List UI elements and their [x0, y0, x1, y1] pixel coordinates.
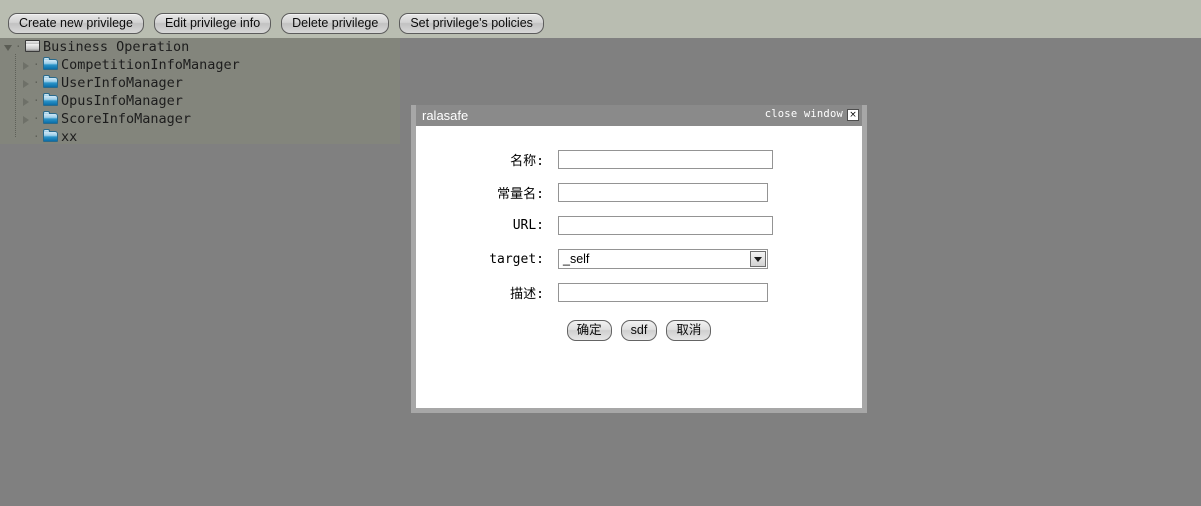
- close-window-label: close window: [764, 108, 843, 120]
- form-row-constant-name: 常量名:: [416, 183, 862, 202]
- tree-node-business-operation[interactable]: · Business Operation: [0, 38, 400, 56]
- dialog-title: ralasafe: [422, 108, 469, 123]
- name-field[interactable]: [558, 150, 773, 169]
- create-new-privilege-button[interactable]: Create new privilege: [8, 13, 144, 34]
- description-field[interactable]: [558, 283, 768, 302]
- url-label: URL:: [512, 218, 544, 233]
- target-select[interactable]: _self: [558, 249, 768, 269]
- description-label: 描述:: [510, 287, 544, 302]
- tree-node-label: xx: [61, 129, 78, 144]
- constant-name-field[interactable]: [558, 183, 768, 202]
- ralasafe-dialog: ralasafe close window × 名称: 常量名: URL: ta…: [411, 105, 867, 413]
- dialog-button-group: 确定 sdf 取消: [416, 320, 862, 341]
- folder-icon: [43, 74, 58, 88]
- expand-collapse-icon[interactable]: [22, 97, 31, 106]
- expand-collapse-icon[interactable]: [22, 133, 31, 142]
- tree-node-scoreinfomanager[interactable]: · ScoreInfoManager: [0, 110, 400, 128]
- tree-children-group: · CompetitionInfoManager · UserInfoManager…: [0, 54, 400, 144]
- target-select-value: _self: [563, 252, 590, 266]
- expand-collapse-icon[interactable]: [4, 43, 13, 52]
- expand-collapse-icon[interactable]: [22, 79, 31, 88]
- expand-collapse-icon[interactable]: [22, 115, 31, 124]
- form-row-description: 描述:: [416, 283, 862, 302]
- cancel-button[interactable]: 取消: [666, 320, 712, 341]
- tree-line-dots: ·: [33, 76, 40, 89]
- close-icon[interactable]: ×: [847, 108, 859, 121]
- folder-icon: [43, 110, 58, 124]
- confirm-button[interactable]: 确定: [566, 320, 612, 341]
- tree-line-dots: ·: [33, 58, 40, 71]
- target-label: target:: [489, 251, 544, 267]
- tree-node-label: OpusInfoManager: [61, 93, 183, 109]
- dialog-body: 名称: 常量名: URL: target: _self 描述: 确定 sdf 取…: [416, 126, 862, 408]
- tree-node-opusinfomanager[interactable]: · OpusInfoManager: [0, 92, 400, 110]
- form-row-target: target: _self: [416, 249, 862, 269]
- tree-node-userinfomanager[interactable]: · UserInfoManager: [0, 74, 400, 92]
- form-row-url: URL:: [416, 216, 862, 235]
- tree-line-dots: ·: [33, 130, 40, 143]
- sdf-button[interactable]: sdf: [620, 320, 658, 341]
- constant-name-label: 常量名:: [497, 187, 544, 202]
- url-field[interactable]: [558, 216, 773, 235]
- folder-icon: [43, 56, 58, 70]
- delete-privilege-button[interactable]: Delete privilege: [281, 13, 390, 34]
- tree-line-dots: ·: [33, 112, 40, 125]
- folder-icon: [43, 128, 58, 142]
- edit-privilege-info-button[interactable]: Edit privilege info: [153, 13, 272, 34]
- toolbar-button-group: Create new privilege Edit privilege info…: [8, 13, 544, 34]
- tree-node-xx[interactable]: · xx: [0, 128, 400, 144]
- tree-line-dots: ·: [15, 40, 22, 53]
- set-privileges-policies-button[interactable]: Set privilege's policies: [399, 13, 544, 34]
- form-row-name: 名称:: [416, 150, 862, 169]
- name-label: 名称:: [510, 154, 544, 169]
- close-window-button[interactable]: close window ×: [765, 108, 859, 121]
- chevron-down-icon[interactable]: [750, 251, 766, 267]
- dialog-titlebar: ralasafe close window ×: [416, 105, 862, 126]
- privilege-tree-panel: · Business Operation · CompetitionInfoMana…: [0, 38, 400, 144]
- tree-node-competitioninfomanager[interactable]: · CompetitionInfoManager: [0, 56, 400, 74]
- tree-node-label: CompetitionInfoManager: [61, 57, 240, 73]
- tree-node-label: UserInfoManager: [61, 75, 183, 91]
- toolbar: Create new privilege Edit privilege info…: [0, 0, 1201, 38]
- node-icon: [25, 40, 40, 52]
- tree-node-label: Business Operation: [43, 39, 190, 55]
- tree-line-dots: ·: [33, 94, 40, 107]
- folder-icon: [43, 92, 58, 106]
- expand-collapse-icon[interactable]: [22, 61, 31, 70]
- tree-node-label: ScoreInfoManager: [61, 111, 192, 127]
